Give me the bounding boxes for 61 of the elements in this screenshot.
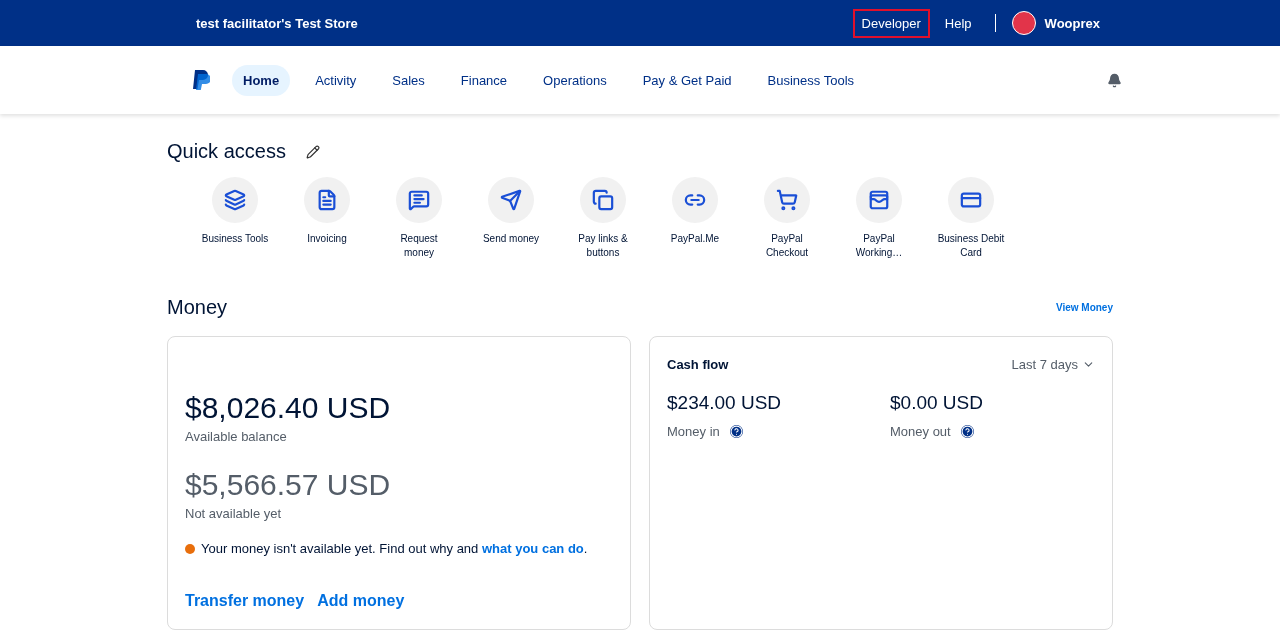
section-title: Money [167,296,228,319]
notice-link[interactable]: what you can do [481,541,584,556]
shortcut-label[interactable]: Request money [385,232,453,260]
document-icon [316,189,338,211]
help-icon[interactable] [960,425,974,438]
shortcut-label[interactable]: Pay links & buttons [569,232,637,260]
shortcut-label[interactable]: Business Debit Card [937,232,1005,260]
shortcut-button[interactable] [212,177,258,223]
copy-icon [592,189,614,211]
action-link[interactable]: Transfer money [185,592,305,610]
nav-tab[interactable]: Activity [304,64,368,96]
shortcut-button[interactable] [856,177,902,223]
warning-icon [185,543,195,554]
chat-bubble-icon [408,189,430,211]
card-title: Cash flow [667,357,729,372]
period-dropdown[interactable]: Last 7 days [1011,357,1095,372]
shortcut-label[interactable]: Invoicing [293,232,361,246]
card-icon [960,189,982,211]
bell-icon[interactable] [1107,72,1122,88]
notice-text: Your money isn't available yet. Find out why and what you can do. [201,541,588,556]
pending-label: Not available yet [185,506,283,521]
shortcut-button[interactable] [672,177,718,223]
shortcut-label[interactable]: PayPal Working… [845,232,913,260]
nav-tab[interactable]: Finance [449,64,519,96]
shortcut-label[interactable]: PayPal.Me [661,232,729,246]
user-name[interactable]: Wooprex [1044,15,1100,31]
shortcut-button[interactable] [580,177,626,223]
shortcut-button[interactable] [396,177,442,223]
nav-tab[interactable]: Operations [532,64,618,96]
section-title: Quick access [167,140,286,163]
stat-label: Money out [890,424,951,439]
stat-amount: $234.00 USD [667,392,783,414]
paper-plane-icon [500,189,522,211]
cards-icon [868,189,890,211]
nav-tab[interactable]: Business Tools [756,64,866,96]
shortcut-button[interactable] [304,177,350,223]
shortcut-label[interactable]: Send money [477,232,545,246]
layers-icon [224,189,246,211]
store-name: test facilitator's Test Store [196,15,359,31]
edit-icon[interactable] [305,144,320,159]
shortcut-label[interactable]: PayPal Checkout [753,232,821,260]
cart-icon [776,189,798,211]
nav-tab[interactable]: Home [232,64,291,96]
help-icon[interactable] [729,425,743,438]
stat-label: Money in [667,424,720,439]
view-money-link[interactable]: View Money [1055,302,1113,313]
logo-icon[interactable] [192,69,210,91]
balance-amount: $8,026.40 USD [185,391,392,425]
nav-tab[interactable]: Sales [381,64,436,96]
shortcut-label[interactable]: Business Tools [201,232,269,246]
shortcut-button[interactable] [488,177,534,223]
top-link[interactable]: Help [935,8,981,38]
shortcut-button[interactable] [764,177,810,223]
pending-amount: $5,566.57 USD [185,468,392,502]
avatar-icon[interactable] [1011,11,1036,35]
action-link[interactable]: Add money [317,592,405,610]
balance-label: Available balance [185,429,288,444]
shortcut-button[interactable] [948,177,994,223]
nav-tab[interactable]: Pay & Get Paid [631,64,743,96]
top-link[interactable]: Developer [852,8,930,38]
stat-amount: $0.00 USD [890,392,984,414]
